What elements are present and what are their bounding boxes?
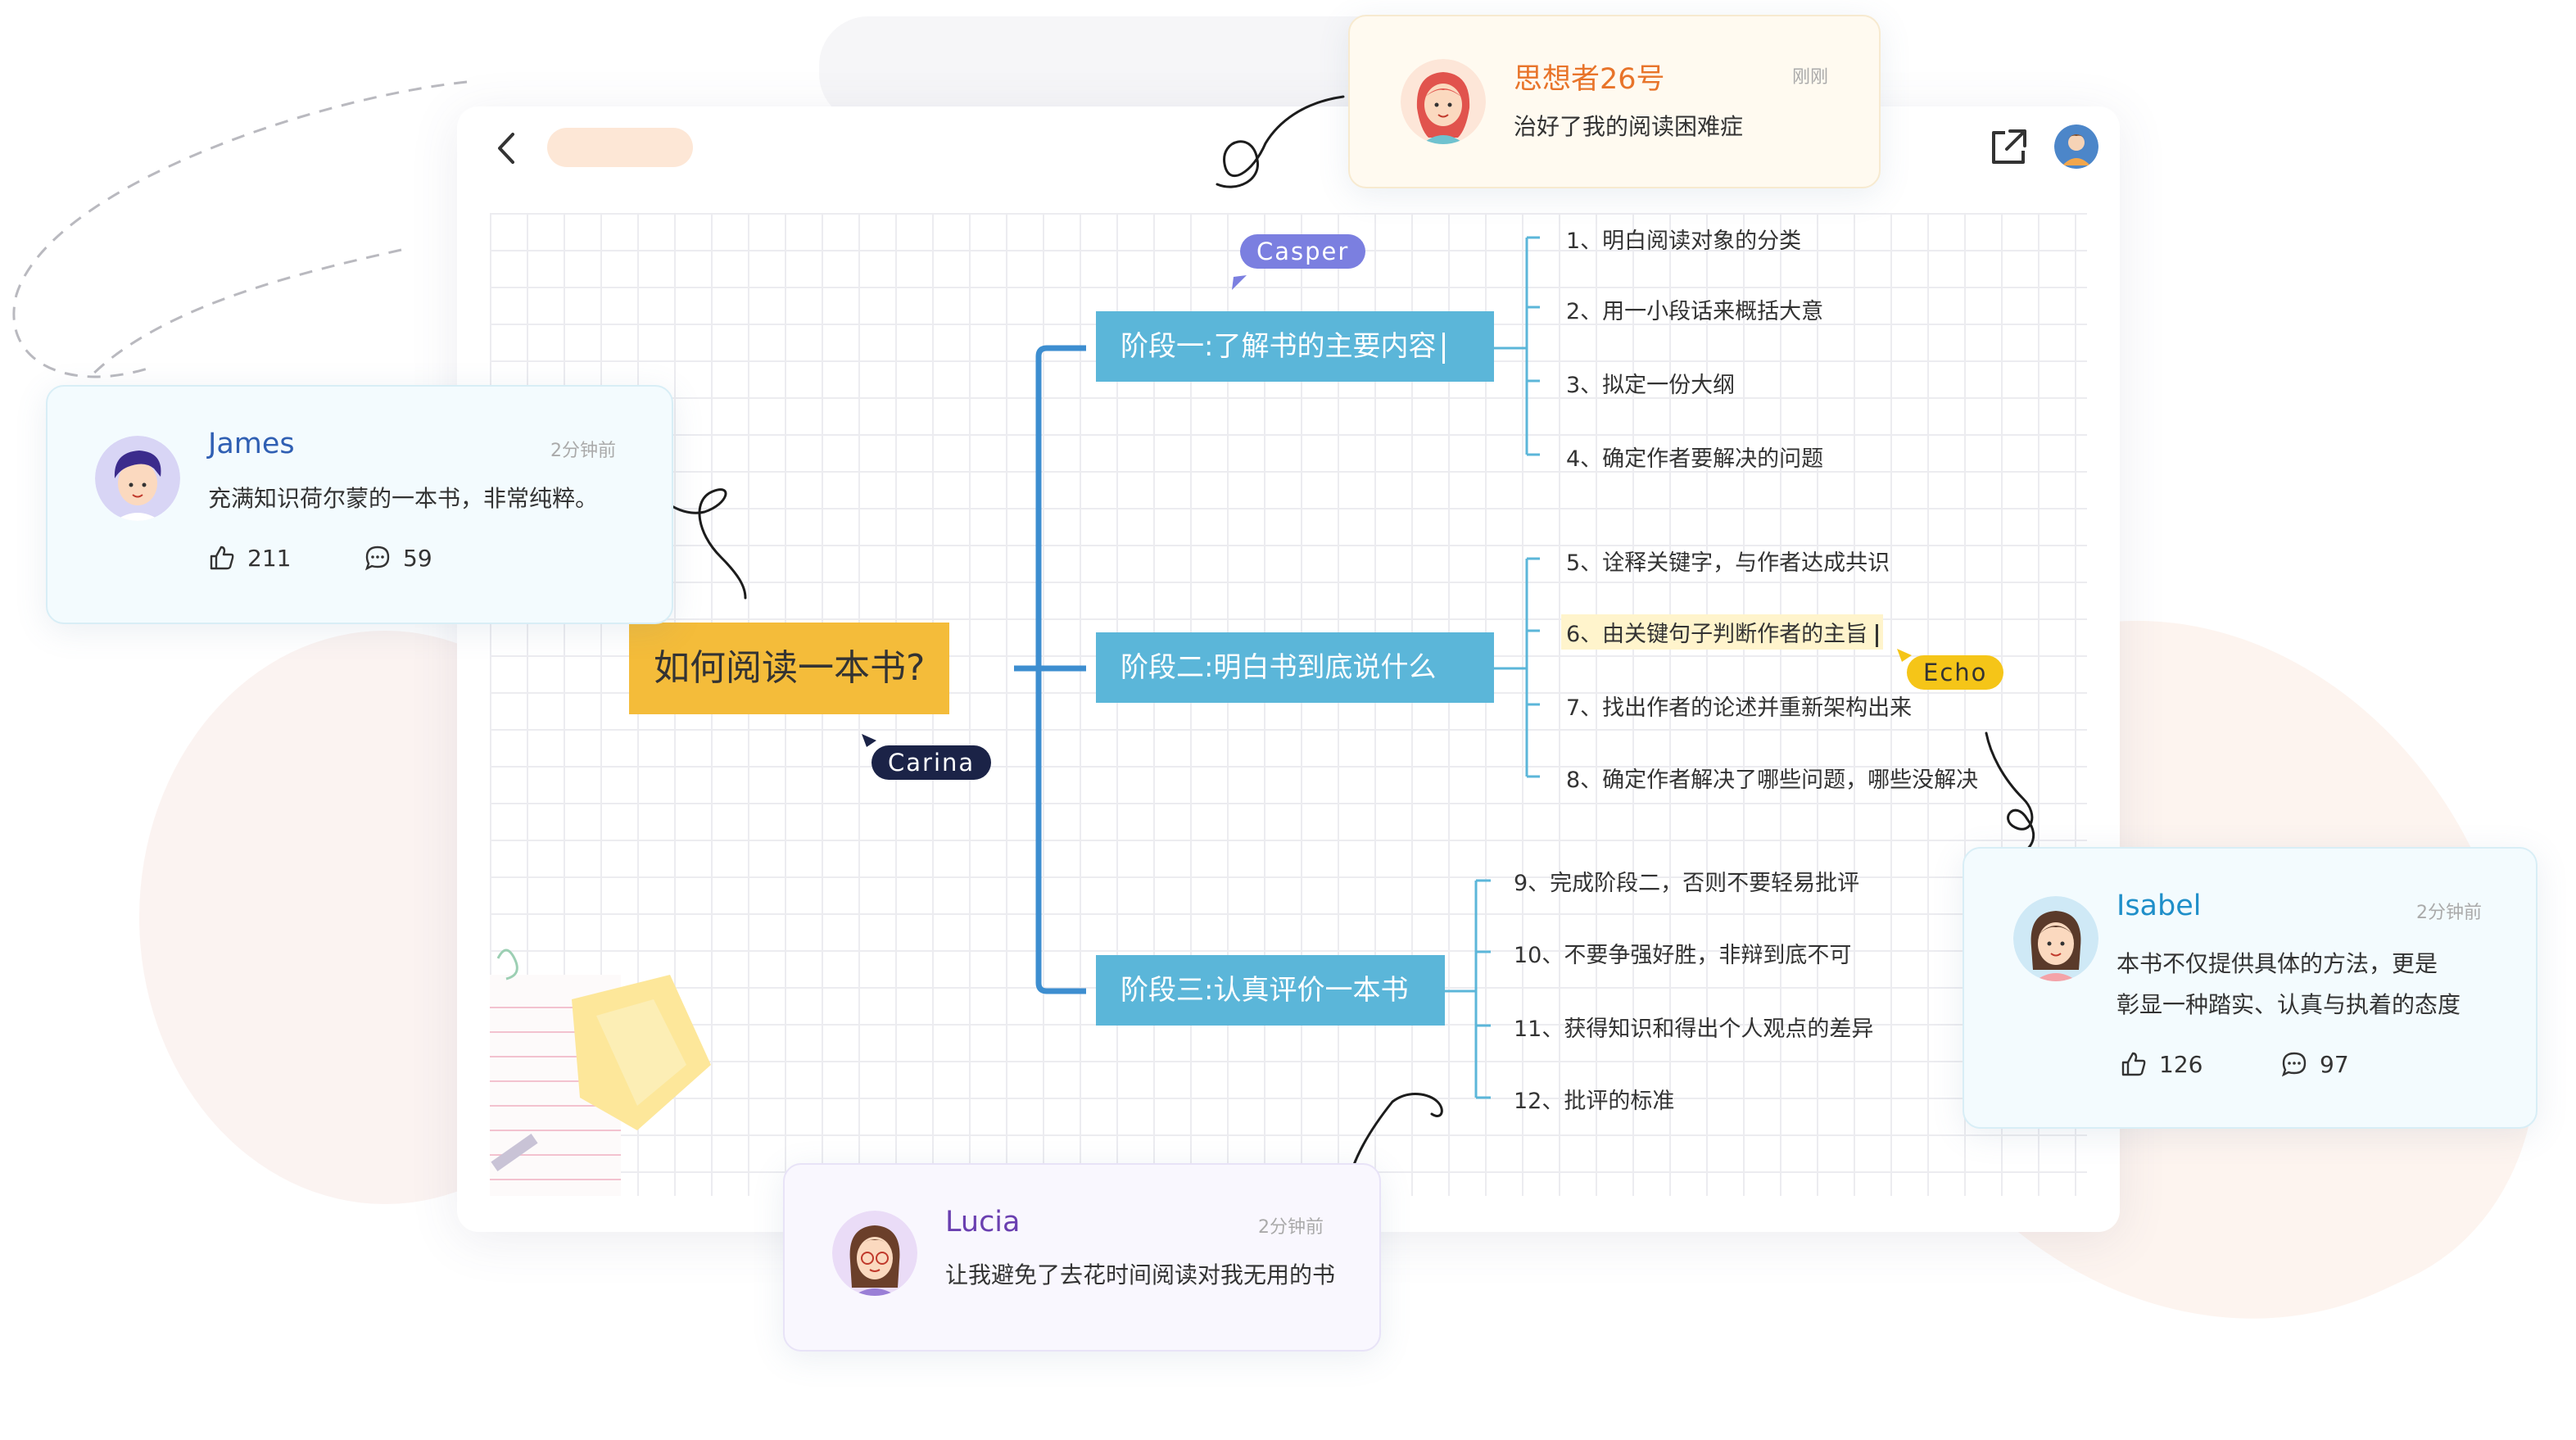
like-button[interactable]: 126 bbox=[2120, 1050, 2203, 1078]
comment-author[interactable]: 思想者26号 bbox=[1514, 56, 1665, 97]
avatar bbox=[95, 436, 180, 521]
like-icon bbox=[2121, 1052, 2146, 1076]
like-icon bbox=[210, 546, 234, 570]
avatar bbox=[2013, 896, 2098, 981]
avatar bbox=[832, 1211, 917, 1296]
comment-text-line-2: 彰显一种踏实、认真与执着的态度 bbox=[2116, 991, 2461, 1018]
comment-author[interactable]: Lucia bbox=[945, 1206, 1020, 1238]
comment-card-isabel[interactable]: Isabel 2分钟前 本书不仅提供具体的方法，更是 彰显一种踏实、认真与执着的… bbox=[1963, 847, 2538, 1129]
reply-button[interactable]: 59 bbox=[364, 544, 432, 572]
comment-icon bbox=[2281, 1052, 2307, 1077]
girl-glasses-avatar-icon bbox=[832, 1211, 917, 1296]
girl-avatar-icon bbox=[2013, 896, 2098, 981]
like-count: 126 bbox=[2159, 1050, 2203, 1078]
comment-time: 刚刚 bbox=[1792, 67, 1829, 88]
comment-card-thinker[interactable]: 思想者26号 刚刚 治好了我的阅读困难症 bbox=[1348, 15, 1881, 188]
comment-author[interactable]: James bbox=[208, 428, 295, 460]
comment-text-line-1: 本书不仅提供具体的方法，更是 bbox=[2116, 950, 2438, 977]
comment-time: 2分钟前 bbox=[2416, 903, 2482, 923]
comment-author[interactable]: Isabel bbox=[2116, 890, 2201, 922]
comment-text: 充满知识荷尔蒙的一本书，非常纯粹。 bbox=[208, 485, 599, 512]
reply-count: 97 bbox=[2320, 1050, 2349, 1078]
avatar bbox=[1401, 59, 1486, 144]
comment-icon bbox=[364, 546, 390, 571]
girl-avatar-icon bbox=[1401, 59, 1486, 144]
comment-time: 2分钟前 bbox=[1258, 1217, 1324, 1238]
like-button[interactable]: 211 bbox=[208, 544, 291, 572]
boy-avatar-icon bbox=[95, 436, 180, 521]
reply-button[interactable]: 97 bbox=[2280, 1050, 2349, 1078]
comment-time: 2分钟前 bbox=[550, 441, 616, 461]
comment-text: 让我避免了去花时间阅读对我无用的书 bbox=[945, 1261, 1336, 1288]
reply-count: 59 bbox=[403, 544, 432, 572]
comment-card-lucia[interactable]: Lucia 2分钟前 让我避免了去花时间阅读对我无用的书 bbox=[783, 1163, 1381, 1352]
comment-text: 治好了我的阅读困难症 bbox=[1514, 113, 1744, 140]
comment-card-james[interactable]: James 2分钟前 充满知识荷尔蒙的一本书，非常纯粹。 211 59 bbox=[46, 385, 673, 624]
like-count: 211 bbox=[247, 544, 292, 572]
